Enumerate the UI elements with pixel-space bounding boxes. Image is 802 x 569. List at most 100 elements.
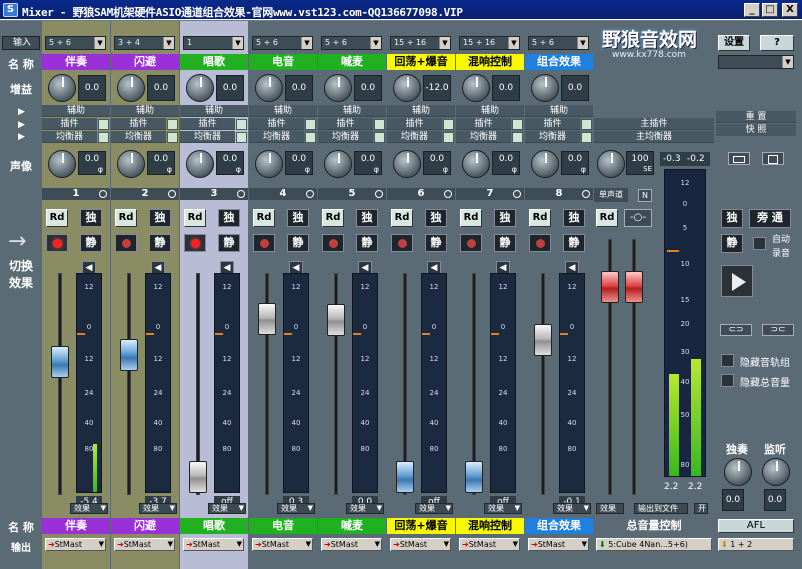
mute-button[interactable]: 静	[287, 234, 309, 252]
channel-name[interactable]: 混响控制	[456, 54, 524, 70]
reset-button[interactable]: 重 置	[716, 111, 796, 123]
effect-select[interactable]: 效果 ▼	[139, 503, 177, 514]
insert-toggle[interactable]	[443, 119, 454, 130]
input-select[interactable]: 5 + 6 ▼	[321, 36, 382, 50]
channel-select-icon[interactable]	[168, 190, 176, 198]
channel-select-icon[interactable]	[99, 190, 107, 198]
volume-fader[interactable]	[465, 461, 483, 493]
read-button[interactable]: Rd	[184, 209, 206, 227]
aux-button[interactable]: 辅助	[525, 105, 593, 117]
channel-select-icon[interactable]	[513, 190, 521, 198]
record-arm-button[interactable]	[46, 234, 68, 252]
input-select[interactable]: 5 + 6 ▼	[252, 36, 313, 50]
output-select[interactable]: ➜StMast ▼	[252, 538, 313, 551]
expand-arrow-icon[interactable]: ▶	[18, 120, 25, 130]
monitor-level-knob[interactable]	[762, 458, 790, 486]
pan-knob[interactable]	[48, 150, 76, 178]
input-select[interactable]: 5 + 6 ▼	[528, 36, 589, 50]
mute-button[interactable]: 静	[563, 234, 585, 252]
read-button[interactable]: Rd	[529, 209, 551, 227]
eq-toggle[interactable]	[167, 132, 178, 143]
channel-name[interactable]: 唱歌	[180, 54, 248, 70]
eq-button[interactable]: 均衡器	[387, 131, 442, 143]
record-arm-button[interactable]	[253, 234, 275, 252]
mute-button[interactable]: 静	[494, 234, 516, 252]
mono-button[interactable]: 单声道	[594, 188, 628, 202]
eq-button[interactable]: 均衡器	[111, 131, 166, 143]
link-stereo-icon[interactable]: -○-	[624, 209, 652, 227]
channel-select-icon[interactable]	[444, 190, 452, 198]
gain-knob[interactable]	[324, 74, 352, 102]
export-on-button[interactable]: 开	[694, 503, 708, 514]
record-arm-button[interactable]	[322, 234, 344, 252]
n-button[interactable]: N	[638, 189, 652, 202]
insert-button[interactable]: 插件	[180, 118, 235, 130]
global-solo-button[interactable]: 独	[721, 209, 743, 228]
input-label[interactable]: 输入	[2, 36, 40, 50]
gain-knob[interactable]	[531, 74, 559, 102]
channel-name[interactable]: 回荡+爆音	[387, 54, 455, 70]
gain-knob[interactable]	[462, 74, 490, 102]
solo-button[interactable]: 独	[80, 209, 102, 227]
pan-knob[interactable]	[117, 150, 145, 178]
hide-tracks-checkbox[interactable]	[721, 354, 734, 367]
record-arm-button[interactable]	[529, 234, 551, 252]
master-insert-button[interactable]: 主插件	[594, 118, 714, 130]
settings-button[interactable]: 设置	[718, 35, 750, 51]
volume-fader[interactable]	[189, 461, 207, 493]
insert-toggle[interactable]	[374, 119, 385, 130]
folder-icon[interactable]	[728, 152, 750, 165]
link-icon[interactable]: ⊂⊃	[720, 324, 752, 336]
aux-button[interactable]: 辅助	[111, 105, 179, 117]
eq-button[interactable]: 均衡器	[318, 131, 373, 143]
insert-button[interactable]: 插件	[456, 118, 511, 130]
eq-toggle[interactable]	[236, 132, 247, 143]
eq-button[interactable]: 均衡器	[180, 131, 235, 143]
insert-button[interactable]: 插件	[387, 118, 442, 130]
insert-button[interactable]: 插件	[249, 118, 304, 130]
pan-knob[interactable]	[186, 150, 214, 178]
insert-toggle[interactable]	[581, 119, 592, 130]
aux-button[interactable]: 辅助	[318, 105, 386, 117]
effect-select[interactable]: 效果 ▼	[208, 503, 246, 514]
output-select[interactable]: ➜StMast ▼	[528, 538, 589, 551]
mute-button[interactable]: 静	[149, 234, 171, 252]
export-to-file-button[interactable]: 输出到文件	[634, 503, 688, 514]
minimize-button[interactable]: _	[744, 3, 760, 17]
bypass-button[interactable]: 旁 通	[749, 209, 791, 228]
eq-toggle[interactable]	[581, 132, 592, 143]
insert-toggle[interactable]	[512, 119, 523, 130]
pan-knob[interactable]	[531, 150, 559, 178]
output-select[interactable]: ➜StMast ▼	[321, 538, 382, 551]
volume-fader[interactable]	[51, 345, 69, 378]
effect-select[interactable]: 效果 ▼	[415, 503, 453, 514]
insert-button[interactable]: 插件	[42, 118, 97, 130]
output-select[interactable]: ➜StMast ▼	[459, 538, 520, 551]
output-select[interactable]: ➜StMast ▼	[183, 538, 244, 551]
channel-select-icon[interactable]	[237, 190, 245, 198]
help-button[interactable]: ?	[760, 35, 794, 51]
gain-knob[interactable]	[393, 74, 421, 102]
preset-select[interactable]: ▼	[718, 55, 794, 69]
play-button[interactable]	[721, 265, 753, 297]
input-select[interactable]: 1 ▼	[183, 36, 244, 50]
solo-level-knob[interactable]	[724, 458, 752, 486]
record-arm-button[interactable]	[460, 234, 482, 252]
output-select[interactable]: ➜StMast ▼	[45, 538, 106, 551]
eq-toggle[interactable]	[512, 132, 523, 143]
aux-button[interactable]: 辅助	[387, 105, 455, 117]
channel-name[interactable]: 组合效果	[525, 54, 593, 70]
output-select[interactable]: ➜StMast ▼	[390, 538, 451, 551]
pan-knob[interactable]	[255, 150, 283, 178]
eq-button[interactable]: 均衡器	[249, 131, 304, 143]
unlink-icon[interactable]: ⊃⊂	[762, 324, 794, 336]
eq-toggle[interactable]	[374, 132, 385, 143]
volume-fader[interactable]	[534, 324, 552, 357]
insert-toggle[interactable]	[236, 119, 247, 130]
input-select[interactable]: 5 + 6 ▼	[45, 36, 106, 50]
read-button[interactable]: Rd	[322, 209, 344, 227]
close-button[interactable]: X	[782, 3, 798, 17]
solo-button[interactable]: 独	[425, 209, 447, 227]
record-arm-button[interactable]	[184, 234, 206, 252]
app-icon[interactable]: S	[3, 3, 18, 17]
